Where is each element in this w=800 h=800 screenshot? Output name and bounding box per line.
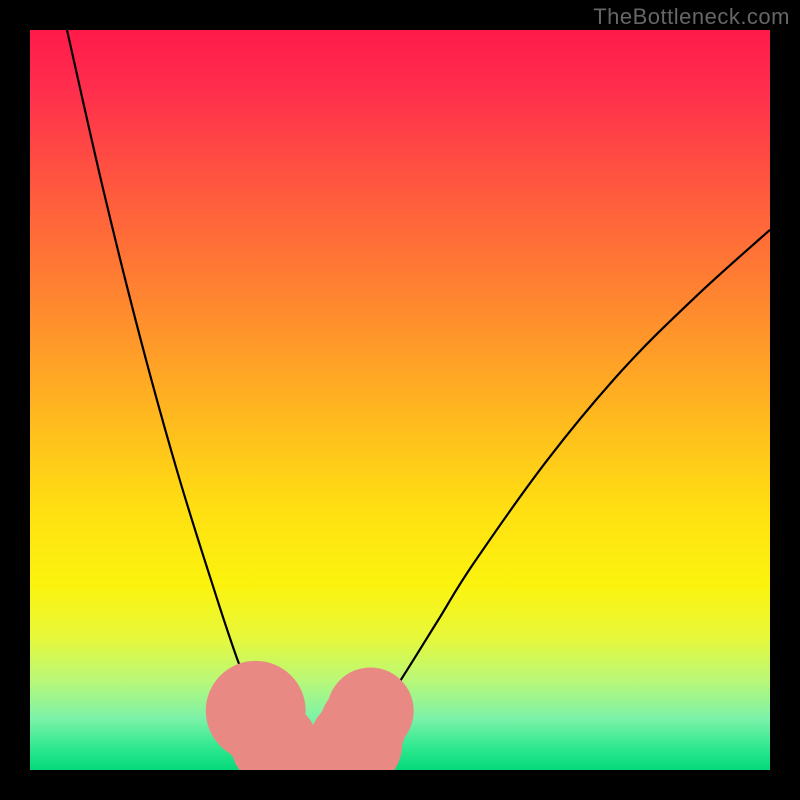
- left-curve-line: [67, 30, 296, 763]
- data-markers: [206, 661, 414, 770]
- chart-svg: [30, 30, 770, 770]
- data-marker: [327, 668, 414, 755]
- chart-plot-area: [30, 30, 770, 770]
- watermark-text: TheBottleneck.com: [593, 4, 790, 30]
- right-curve-line: [341, 230, 770, 763]
